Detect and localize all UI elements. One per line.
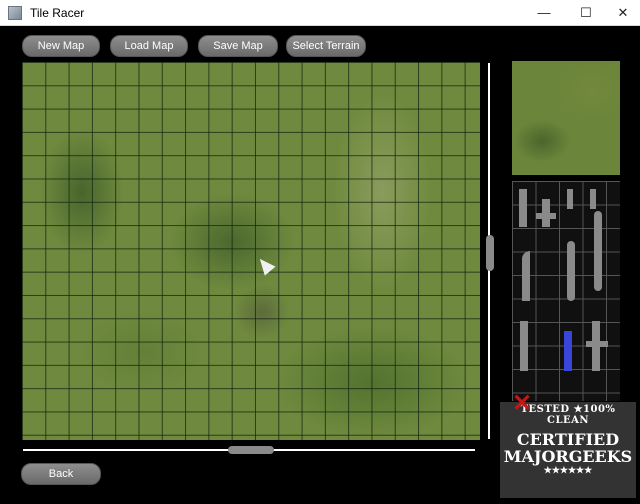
road-tile-s-curve[interactable] xyxy=(567,241,575,301)
road-tile-straight-2[interactable] xyxy=(520,321,528,371)
map-horizontal-scrollbar[interactable] xyxy=(23,446,475,454)
map-grid xyxy=(22,62,480,440)
road-tile-end-2[interactable] xyxy=(590,189,596,209)
watermark-line3: MAJORGEEKS xyxy=(503,447,633,466)
map-canvas[interactable] xyxy=(22,62,480,440)
app-icon xyxy=(8,5,22,20)
close-button[interactable]: ✕ xyxy=(606,0,640,25)
delete-tile-icon[interactable]: ✕ xyxy=(512,389,532,418)
title-bar: Tile Racer — ☐ ✕ xyxy=(0,0,640,26)
load-map-button[interactable]: Load Map xyxy=(110,35,188,57)
minimize-button[interactable]: — xyxy=(522,0,566,25)
vertical-scroll-thumb[interactable] xyxy=(486,235,494,271)
select-terrain-button[interactable]: Select Terrain xyxy=(286,35,366,57)
road-tile-long-curve[interactable] xyxy=(594,211,602,291)
road-tile-end[interactable] xyxy=(567,189,573,209)
horizontal-scroll-thumb[interactable] xyxy=(228,446,274,454)
terrain-preview xyxy=(512,61,620,175)
new-map-button[interactable]: New Map xyxy=(22,35,100,57)
window-title: Tile Racer xyxy=(30,5,85,20)
road-tile-straight[interactable] xyxy=(519,189,527,227)
watermark-stars: ★★★★★★ xyxy=(543,466,593,476)
road-tile-cross[interactable] xyxy=(536,213,556,219)
map-vertical-scrollbar[interactable] xyxy=(486,63,494,439)
road-tile-water[interactable] xyxy=(564,331,572,371)
maximize-button[interactable]: ☐ xyxy=(564,0,608,25)
tile-palette[interactable] xyxy=(512,181,620,401)
road-tile-curve[interactable] xyxy=(522,251,530,301)
road-tile-cross-2[interactable] xyxy=(586,341,608,347)
save-map-button[interactable]: Save Map xyxy=(198,35,278,57)
back-button[interactable]: Back xyxy=(21,463,101,485)
